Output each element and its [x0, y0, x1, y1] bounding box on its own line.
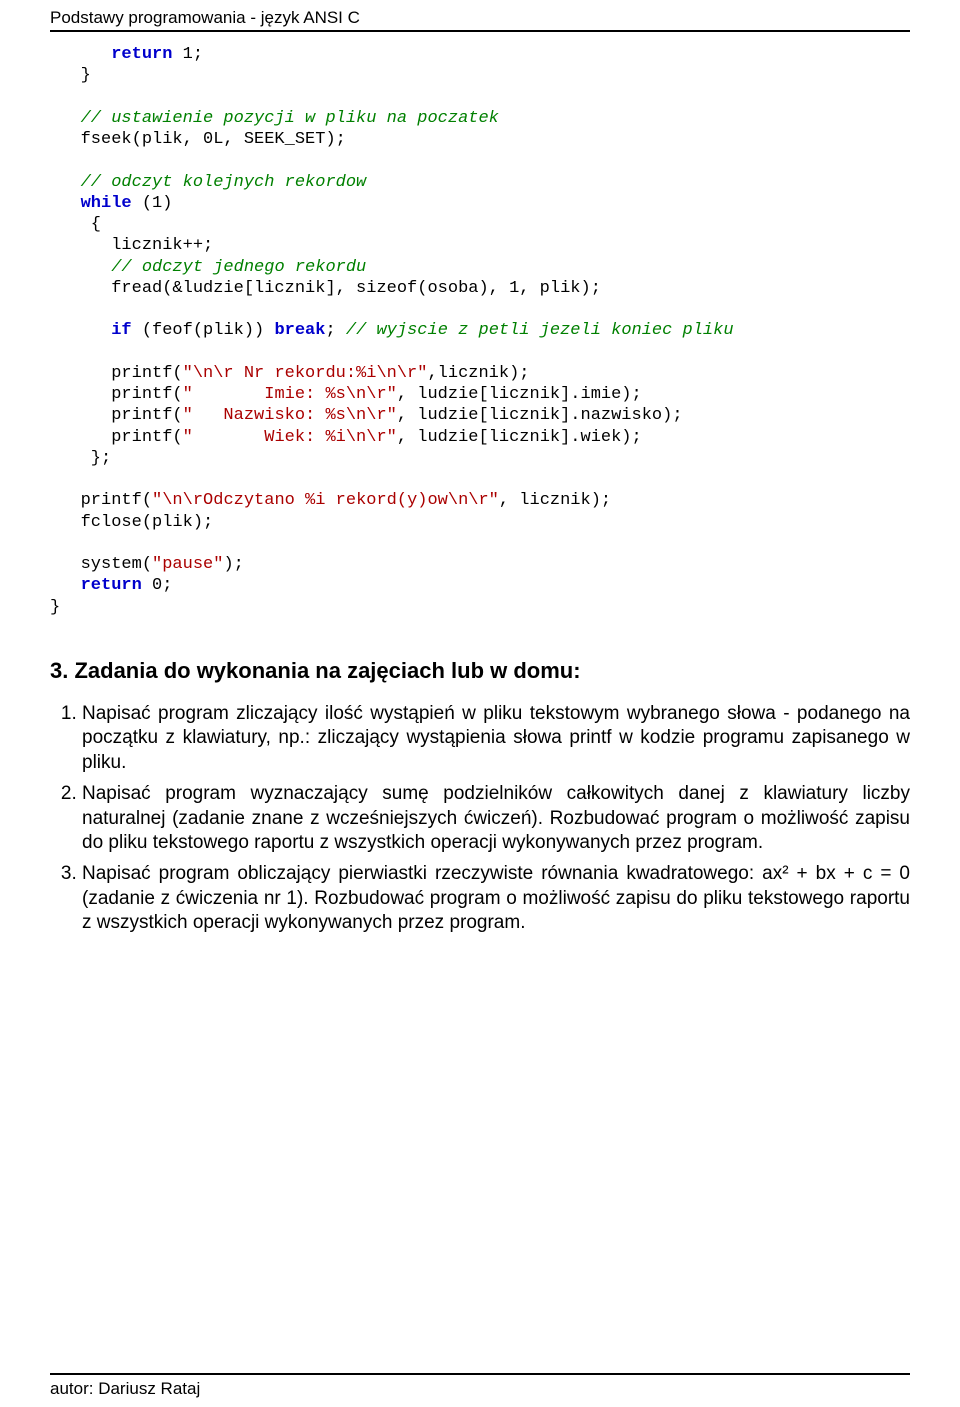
page-header: Podstawy programowania - język ANSI C — [50, 0, 910, 30]
task-list: Napisać program zliczający ilość wystąpi… — [50, 702, 910, 936]
footer-author: autor: Dariusz Rataj — [50, 1375, 910, 1407]
header-divider — [50, 30, 910, 32]
task-item: Napisać program wyznaczający sumę podzie… — [82, 782, 910, 856]
string-literal: " Imie: %s\n\r" — [183, 385, 397, 404]
task-item: Napisać program obliczający pierwiastki … — [82, 862, 910, 936]
comment: // odczyt kolejnych rekordow — [81, 173, 367, 192]
comment: // ustawienie pozycji w pliku na poczate… — [81, 109, 499, 128]
string-literal: " Nazwisko: %s\n\r" — [183, 406, 397, 425]
string-literal: "\n\rOdczytano %i rekord(y)ow\n\r" — [152, 491, 499, 510]
comment: // odczyt jednego rekordu — [111, 258, 366, 277]
code-block: return 1; } // ustawienie pozycji w plik… — [50, 44, 910, 618]
task-item: Napisać program zliczający ilość wystąpi… — [82, 702, 910, 776]
comment: // wyjscie z petli jezeli koniec pliku — [346, 321, 734, 340]
section-heading: 3. Zadania do wykonania na zajęciach lub… — [50, 658, 910, 684]
page-footer: autor: Dariusz Rataj — [50, 1373, 910, 1407]
keyword-return: return — [81, 576, 142, 595]
document-page: Podstawy programowania - język ANSI C re… — [0, 0, 960, 1407]
string-literal: "\n\r Nr rekordu:%i\n\r" — [183, 364, 428, 383]
header-title: Podstawy programowania - język ANSI C — [50, 8, 360, 27]
keyword-break: break — [274, 321, 325, 340]
string-literal: "pause" — [152, 555, 223, 574]
string-literal: " Wiek: %i\n\r" — [183, 428, 397, 447]
keyword-return: return — [111, 45, 172, 64]
keyword-while: while — [81, 194, 132, 213]
keyword-if: if — [111, 321, 131, 340]
